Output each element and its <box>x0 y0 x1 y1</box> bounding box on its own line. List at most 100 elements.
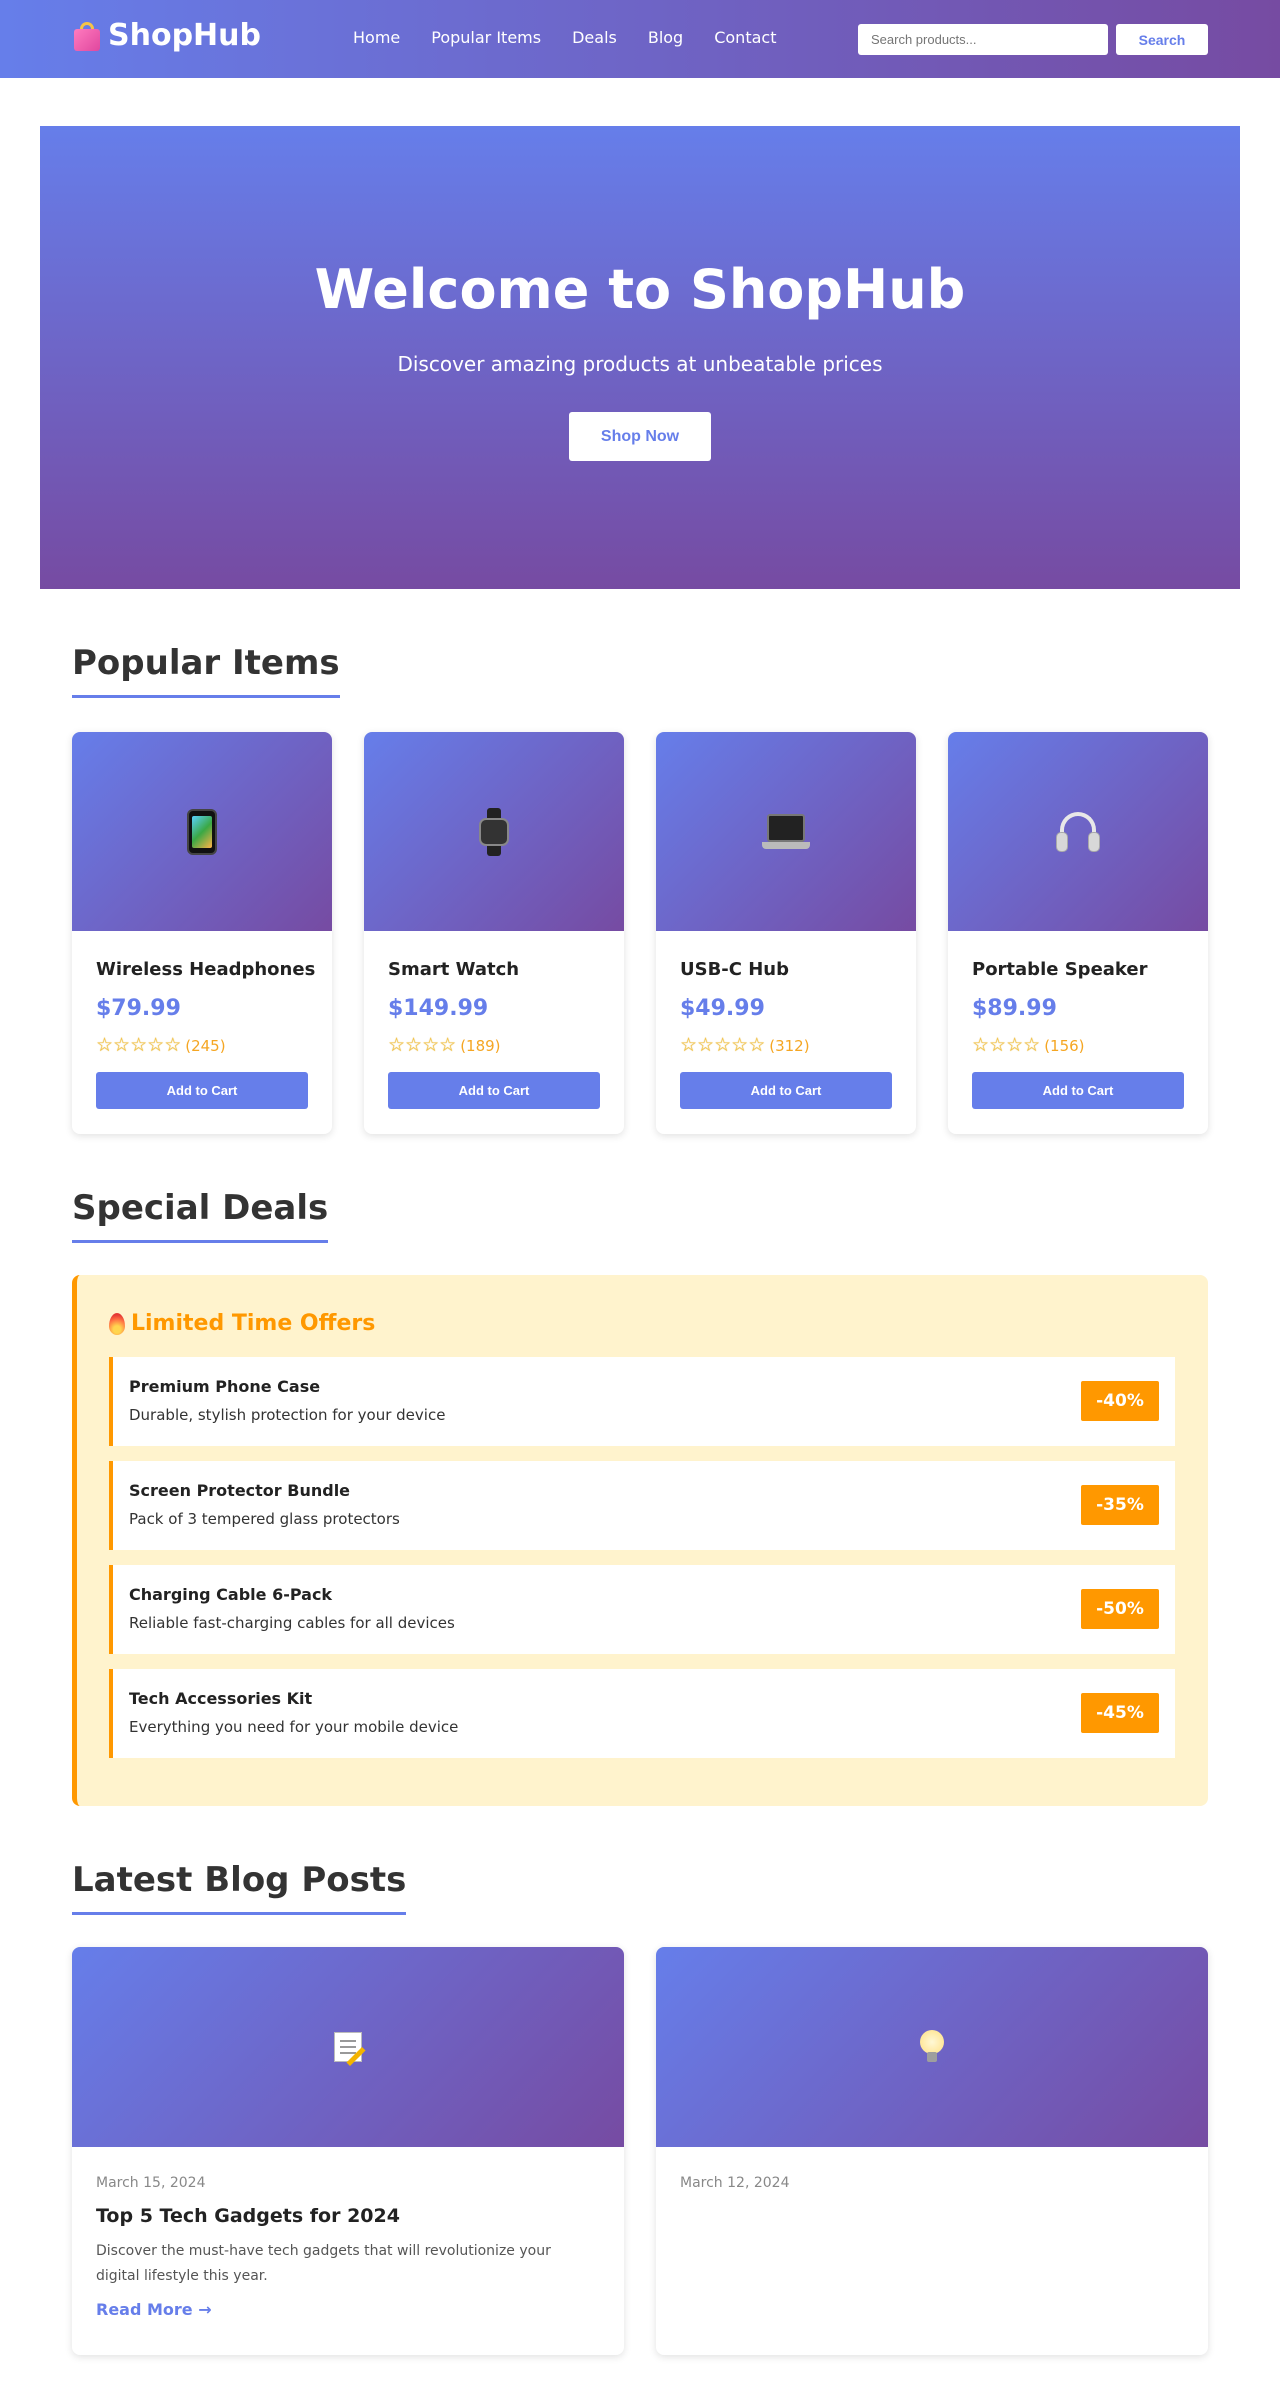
search-bar: Search <box>858 24 1208 55</box>
lightbulb-icon <box>920 2030 944 2064</box>
review-count: (312) <box>769 1036 810 1055</box>
star-icon: ☆ <box>422 1034 440 1056</box>
review-count: (189) <box>460 1036 501 1055</box>
laptop-icon <box>762 812 810 852</box>
star-icon: ☆ <box>697 1034 715 1056</box>
deal-item[interactable]: Charging Cable 6-Pack Reliable fast-char… <box>109 1565 1175 1654</box>
product-image <box>656 732 916 931</box>
nav-home[interactable]: Home <box>353 28 400 47</box>
discount-badge: -40% <box>1081 1381 1159 1421</box>
star-rating: ☆ ☆ ☆ ☆ <box>388 1036 456 1055</box>
smartphone-icon <box>187 808 217 855</box>
star-icon: ☆ <box>731 1034 749 1056</box>
shop-now-button[interactable]: Shop Now <box>569 412 711 461</box>
product-price: $149.99 <box>388 996 489 1021</box>
product-price: $79.99 <box>96 996 181 1021</box>
blog-grid: March 15, 2024 Top 5 Tech Gadgets for 20… <box>72 1947 1208 2355</box>
add-to-cart-button[interactable]: Add to Cart <box>388 1072 600 1109</box>
nav-deals[interactable]: Deals <box>572 28 617 47</box>
blog-date: March 12, 2024 <box>680 2175 790 2191</box>
deals-panel-title: Limited Time Offers <box>109 1311 375 1336</box>
product-card: Wireless Headphones $79.99 ☆ ☆ ☆ ☆ ☆ (245) Ad… <box>72 732 332 1134</box>
star-icon: ☆ <box>1006 1034 1024 1056</box>
deal-item[interactable]: Tech Accessories Kit Everything you need… <box>109 1669 1175 1758</box>
logo[interactable]: ShopHub <box>72 18 261 53</box>
product-rating: ☆ ☆ ☆ ☆ (156) <box>972 1036 1085 1055</box>
brand-name: ShopHub <box>108 18 261 53</box>
star-icon: ☆ <box>439 1034 457 1056</box>
deal-description: Durable, stylish protection for your dev… <box>129 1406 446 1424</box>
popular-items-heading: Popular Items <box>72 643 340 698</box>
star-icon: ☆ <box>130 1034 148 1056</box>
star-icon: ☆ <box>164 1034 182 1056</box>
blog-heading: Latest Blog Posts <box>72 1860 407 1915</box>
deal-item[interactable]: Screen Protector Bundle Pack of 3 temper… <box>109 1461 1175 1550</box>
product-price: $49.99 <box>680 996 765 1021</box>
blog-image <box>72 1947 624 2147</box>
product-rating: ☆ ☆ ☆ ☆ ☆ (245) <box>96 1036 226 1055</box>
product-price: $89.99 <box>972 996 1057 1021</box>
add-to-cart-button[interactable]: Add to Cart <box>96 1072 308 1109</box>
star-icon: ☆ <box>96 1034 114 1056</box>
site-header: ShopHub Home Popular Items Deals Blog Co… <box>0 0 1280 78</box>
star-rating: ☆ ☆ ☆ ☆ <box>972 1036 1040 1055</box>
star-rating: ☆ ☆ ☆ ☆ ☆ <box>680 1036 765 1055</box>
star-icon: ☆ <box>748 1034 766 1056</box>
deal-name: Charging Cable 6-Pack <box>129 1585 333 1604</box>
deal-item[interactable]: Premium Phone Case Durable, stylish prot… <box>109 1357 1175 1446</box>
shopping-bag-icon <box>72 21 102 51</box>
star-icon: ☆ <box>989 1034 1007 1056</box>
star-icon: ☆ <box>405 1034 423 1056</box>
hero-banner: Welcome to ShopHub Discover amazing prod… <box>40 126 1240 589</box>
nav-blog[interactable]: Blog <box>648 28 683 47</box>
product-name: Wireless Headphones <box>96 959 316 980</box>
deal-description: Everything you need for your mobile devi… <box>129 1718 459 1736</box>
review-count: (245) <box>185 1036 226 1055</box>
blog-title[interactable]: Top 5 Tech Gadgets for 2024 <box>96 2205 400 2227</box>
star-icon: ☆ <box>1023 1034 1041 1056</box>
product-rating: ☆ ☆ ☆ ☆ (189) <box>388 1036 501 1055</box>
star-icon: ☆ <box>680 1034 698 1056</box>
product-image <box>72 732 332 931</box>
deal-name: Premium Phone Case <box>129 1377 321 1396</box>
product-image <box>364 732 624 931</box>
deals-panel: Limited Time Offers Premium Phone Case D… <box>72 1275 1208 1806</box>
headphones-icon <box>1056 810 1100 854</box>
main-nav: Home Popular Items Deals Blog Contact <box>353 28 807 47</box>
deal-description: Reliable fast-charging cables for all de… <box>129 1614 455 1632</box>
fire-icon <box>109 1312 125 1335</box>
blog-card: March 12, 2024 <box>656 1947 1208 2355</box>
special-deals-heading: Special Deals <box>72 1188 329 1243</box>
discount-badge: -45% <box>1081 1693 1159 1733</box>
product-grid: Wireless Headphones $79.99 ☆ ☆ ☆ ☆ ☆ (245) Ad… <box>72 732 1208 1134</box>
blog-image <box>656 1947 1208 2147</box>
star-icon: ☆ <box>388 1034 406 1056</box>
nav-contact[interactable]: Contact <box>714 28 776 47</box>
discount-badge: -50% <box>1081 1589 1159 1629</box>
add-to-cart-button[interactable]: Add to Cart <box>972 1072 1184 1109</box>
star-icon: ☆ <box>113 1034 131 1056</box>
product-card: Portable Speaker $89.99 ☆ ☆ ☆ ☆ (156) Add to… <box>948 732 1208 1134</box>
product-card: Smart Watch $149.99 ☆ ☆ ☆ ☆ (189) Add to Car… <box>364 732 624 1134</box>
search-input[interactable] <box>858 24 1108 55</box>
deals-panel-title-text: Limited Time Offers <box>131 1311 376 1336</box>
blog-excerpt: Discover the must-have tech gadgets that… <box>96 2243 551 2284</box>
discount-badge: -35% <box>1081 1485 1159 1525</box>
add-to-cart-button[interactable]: Add to Cart <box>680 1072 892 1109</box>
star-icon: ☆ <box>714 1034 732 1056</box>
review-count: (156) <box>1044 1036 1085 1055</box>
product-name: USB-C Hub <box>680 959 790 980</box>
deal-name: Screen Protector Bundle <box>129 1481 351 1500</box>
hero-title: Welcome to ShopHub <box>314 258 966 321</box>
nav-popular-items[interactable]: Popular Items <box>431 28 541 47</box>
product-image <box>948 732 1208 931</box>
product-card: USB-C Hub $49.99 ☆ ☆ ☆ ☆ ☆ (312) Add to Cart <box>656 732 916 1134</box>
product-name: Portable Speaker <box>972 959 1148 980</box>
product-name: Smart Watch <box>388 959 520 980</box>
star-rating: ☆ ☆ ☆ ☆ ☆ <box>96 1036 181 1055</box>
read-more-link[interactable]: Read More → <box>96 2300 212 2319</box>
deal-description: Pack of 3 tempered glass protectors <box>129 1510 400 1528</box>
star-icon: ☆ <box>147 1034 165 1056</box>
search-button[interactable]: Search <box>1116 24 1208 55</box>
blog-date: March 15, 2024 <box>96 2175 206 2191</box>
